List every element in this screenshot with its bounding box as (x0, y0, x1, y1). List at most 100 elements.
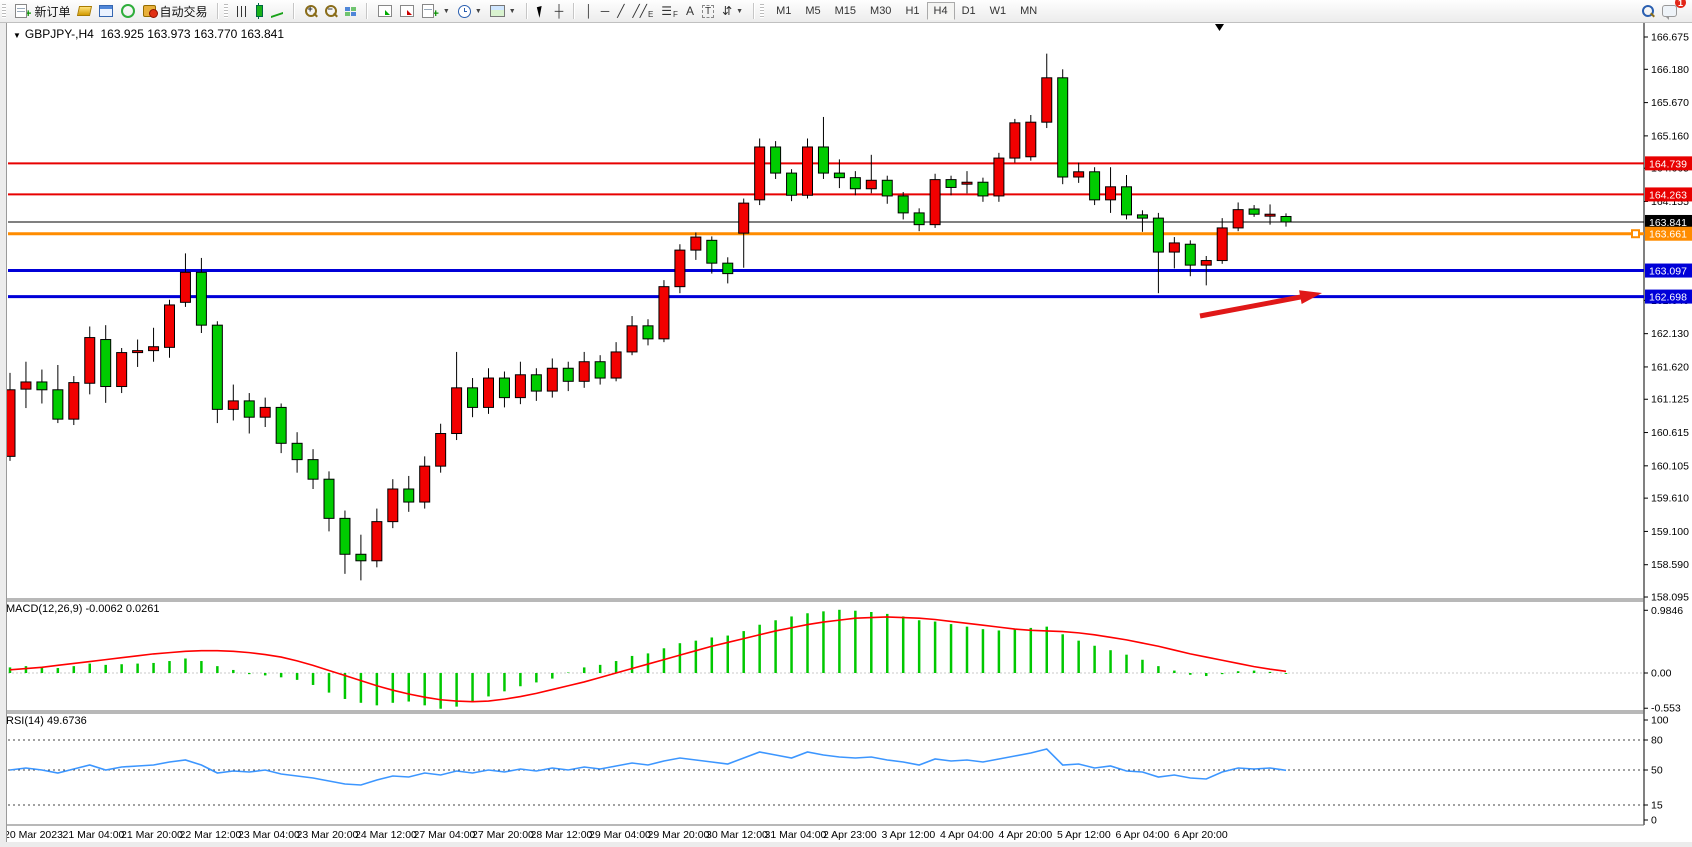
date-axis-label: 28 Mar 12:00 (531, 829, 593, 841)
axis-tick-label: 158.095 (1651, 592, 1689, 604)
macd-axis-label: -0.553 (1651, 703, 1681, 715)
candlestick-chart-button[interactable] (252, 1, 267, 21)
tab-timeframe-w1[interactable]: W1 (983, 2, 1014, 20)
tab-timeframe-m15[interactable]: M15 (828, 2, 863, 20)
new-order-button[interactable]: + 新订单 (11, 1, 74, 21)
candle-body (452, 388, 462, 434)
candle-body (707, 240, 717, 263)
autotrade-button[interactable]: 自动交易 (139, 1, 211, 21)
price-badge-label: 162.698 (1649, 292, 1687, 304)
zoom-in-button[interactable]: + (301, 1, 321, 21)
signals-button[interactable] (117, 1, 139, 21)
label-tool-button[interactable]: T (698, 1, 718, 21)
tab-timeframe-h4[interactable]: H4 (927, 2, 955, 20)
horizontal-line-tool-button[interactable]: ─ (597, 1, 614, 21)
cursor-tool-button[interactable] (534, 1, 551, 21)
candle-body (1169, 243, 1179, 252)
fibonacci-tool-button[interactable]: ☰F (657, 1, 682, 21)
date-axis-label: 4 Apr 20:00 (999, 829, 1053, 841)
chart-title: ▼GBPJPY-,H4 163.925 163.973 163.770 163.… (13, 27, 284, 41)
signal-icon (121, 4, 135, 18)
date-axis-label: 31 Mar 04:00 (765, 829, 827, 841)
rsi-axis-label: 80 (1651, 735, 1663, 747)
auto-scroll-button[interactable] (374, 1, 396, 21)
candle-body (388, 489, 398, 522)
candle-body (1026, 122, 1036, 157)
candle-body (771, 147, 781, 173)
candle-body (1265, 214, 1275, 216)
vertical-line-icon: │ (585, 4, 593, 18)
period-button[interactable]: ▼ (454, 1, 486, 21)
zoom-out-button[interactable]: − (321, 1, 341, 21)
chevron-down-icon: ▼ (509, 8, 516, 15)
tab-timeframe-h1[interactable]: H1 (898, 2, 926, 20)
candle-body (1249, 209, 1259, 214)
auto-scroll-icon (378, 5, 392, 17)
candle-body (1074, 172, 1084, 177)
candle-body (212, 325, 222, 409)
macd-indicator-label: MACD(12,26,9) -0.0062 0.0261 (6, 603, 159, 615)
arrows-tool-button[interactable]: ⇵▼ (718, 1, 747, 21)
axis-tick-label: 160.615 (1651, 427, 1689, 439)
text-tool-button[interactable]: A (682, 1, 698, 21)
trendline-tool-button[interactable]: ╱ (613, 1, 628, 21)
chart-shift-button[interactable] (396, 1, 418, 21)
notification-badge: 1 (1675, 0, 1686, 8)
tile-windows-icon (345, 7, 356, 16)
price-badge-label: 163.097 (1649, 266, 1687, 278)
candle-body (818, 147, 828, 173)
candle-body (531, 375, 541, 391)
candle-body (1185, 244, 1195, 265)
candle-body (563, 368, 573, 381)
price-line-handle[interactable] (1632, 230, 1639, 237)
candle-body (484, 378, 494, 407)
candle-body (1153, 218, 1163, 252)
date-axis-label: 21 Mar 20:00 (121, 829, 183, 841)
charts-button[interactable] (74, 1, 95, 21)
candle-body (276, 407, 286, 443)
candle-body (499, 378, 509, 398)
rsi-axis-label: 15 (1651, 800, 1663, 812)
tab-timeframe-d1[interactable]: D1 (955, 2, 983, 20)
chart-canvas[interactable]: 166.675166.180165.670165.160164.665164.1… (0, 22, 1692, 847)
search-icon (1642, 5, 1654, 17)
price-badge-label: 164.263 (1649, 189, 1687, 201)
bar-chart-button[interactable] (233, 1, 252, 21)
axis-tick-label: 161.125 (1651, 394, 1689, 406)
tab-timeframe-m5[interactable]: M5 (798, 2, 827, 20)
expand-triangle-icon[interactable]: ▼ (13, 31, 21, 40)
candle-body (978, 182, 988, 196)
candle-body (404, 489, 414, 502)
tile-windows-button[interactable] (341, 1, 360, 21)
date-axis-label: 6 Apr 20:00 (1174, 829, 1228, 841)
candle-body (244, 401, 254, 417)
candle-body (930, 180, 940, 225)
rsi-axis-label: 100 (1651, 715, 1669, 727)
axis-tick-label: 159.610 (1651, 493, 1689, 505)
tab-timeframe-m1[interactable]: M1 (769, 2, 798, 20)
arrows-icon: ⇵ (722, 4, 732, 18)
tab-timeframe-m30[interactable]: M30 (863, 2, 898, 20)
candle-body (691, 237, 701, 250)
candle-body (946, 180, 956, 188)
candle-body (723, 263, 733, 273)
search-button[interactable] (1638, 1, 1658, 21)
candle-body (675, 250, 685, 287)
zoom-out-icon: − (325, 5, 337, 17)
candle-body (436, 434, 446, 467)
market-watch-button[interactable] (95, 1, 117, 21)
candle-body (324, 479, 334, 518)
tab-timeframe-mn[interactable]: MN (1013, 2, 1044, 20)
line-chart-button[interactable] (267, 1, 287, 21)
candle-body (803, 147, 813, 195)
candle-body (21, 382, 31, 389)
vertical-line-tool-button[interactable]: │ (581, 1, 597, 21)
candle-body (372, 522, 382, 561)
crosshair-tool-button[interactable]: ┼ (551, 1, 568, 21)
channel-tool-button[interactable]: ╱╱E (628, 1, 657, 21)
autotrade-icon (143, 5, 156, 17)
template-button[interactable]: ▼ (486, 1, 520, 21)
axis-tick-label: 165.160 (1651, 130, 1689, 142)
notifications-button[interactable]: 1 (1658, 1, 1681, 21)
add-indicator-button[interactable]: +▼ (418, 1, 453, 21)
